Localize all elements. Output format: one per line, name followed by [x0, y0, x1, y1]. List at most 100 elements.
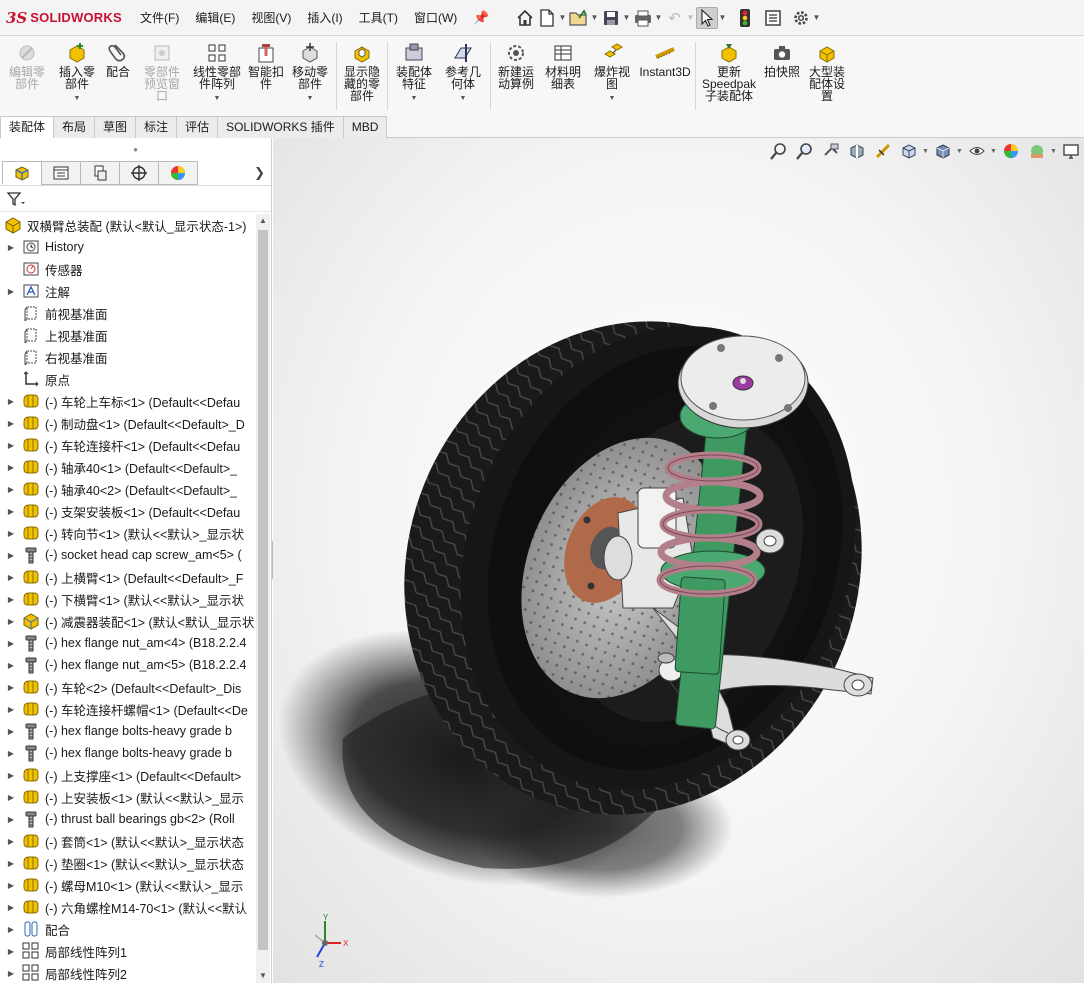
chevron-down-icon[interactable]: ▼ — [590, 13, 600, 22]
edit-component-button[interactable]: 编辑零 部件 — [0, 36, 54, 116]
tree-item[interactable]: ▶ (-) 轴承40<1> (Default<<Default>_ — [0, 456, 256, 478]
tree-item[interactable]: ▶ 注解 — [0, 280, 256, 302]
file-properties-icon[interactable] — [762, 7, 784, 29]
tab-addins[interactable]: SOLIDWORKS 插件 — [217, 116, 344, 138]
chevron-down-icon[interactable]: ▼ — [74, 93, 81, 105]
chevron-down-icon[interactable]: ▼ — [622, 13, 632, 22]
chevron-down-icon[interactable]: ▼ — [718, 13, 728, 22]
expand-arrow-icon[interactable]: ▶ — [0, 749, 22, 758]
open-icon[interactable] — [568, 7, 590, 29]
tree-item[interactable]: ▶ 配合 — [0, 918, 256, 940]
chevron-down-icon[interactable]: ▼ — [558, 13, 568, 22]
expand-arrow-icon[interactable]: ▶ — [0, 529, 22, 538]
chevron-down-icon[interactable]: ▼ — [214, 93, 221, 105]
solidworks-logo[interactable]: 3S SOLIDWORKS — [0, 9, 140, 27]
rebuild-traffic-light-icon[interactable] — [734, 7, 756, 29]
tab-sketch[interactable]: 草图 — [94, 116, 137, 138]
tree-item[interactable]: ▶ (-) 上支撑座<1> (Default<<Default> — [0, 764, 256, 786]
chevron-down-icon[interactable]: ▼ — [686, 13, 696, 22]
exploded-view-button[interactable]: 爆炸视 图 ▼ — [587, 36, 637, 116]
tree-item[interactable]: 原点 — [0, 368, 256, 390]
tab-mbd[interactable]: MBD — [342, 116, 388, 138]
tree-item[interactable]: ▶ (-) 套筒<1> (默认<<默认>_显示状态 — [0, 830, 256, 852]
panel-grip-handle[interactable]: ● — [0, 138, 271, 160]
tree-item[interactable]: 前视基准面 — [0, 302, 256, 324]
expand-arrow-icon[interactable]: ▶ — [0, 485, 22, 494]
tree-item[interactable]: ▶ (-) 车轮连接杆螺帽<1> (Default<<De — [0, 698, 256, 720]
suspension-assembly-model[interactable]: Y X Z — [273, 138, 1084, 983]
scroll-up-icon[interactable]: ▲ — [256, 214, 270, 228]
move-component-button[interactable]: 移动零 部件 ▼ — [286, 36, 334, 116]
expand-arrow-icon[interactable]: ▶ — [0, 441, 22, 450]
mate-button[interactable]: 配合 — [100, 36, 136, 116]
dimxpert-tab-icon[interactable] — [119, 160, 159, 185]
expand-arrow-icon[interactable]: ▶ — [0, 463, 22, 472]
smart-fastener-button[interactable]: 智能扣 件 — [246, 36, 286, 116]
chevron-down-icon[interactable]: ▼ — [460, 93, 467, 105]
display-manager-tab-icon[interactable] — [158, 160, 198, 185]
new-document-icon[interactable] — [536, 7, 558, 29]
expand-arrow-icon[interactable]: ▶ — [0, 947, 22, 956]
snapshot-button[interactable]: 拍快照 — [760, 36, 804, 116]
tree-item[interactable]: ▶ (-) socket head cap screw_am<5> ( — [0, 544, 256, 566]
tree-item[interactable]: ▶ (-) hex flange nut_am<5> (B18.2.2.4 — [0, 654, 256, 676]
tree-item[interactable]: ▶ (-) 转向节<1> (默认<<默认>_显示状 — [0, 522, 256, 544]
chevron-right-icon[interactable]: ❯ — [254, 165, 265, 181]
tree-item[interactable]: ▶ (-) hex flange nut_am<4> (B18.2.2.4 — [0, 632, 256, 654]
expand-arrow-icon[interactable]: ▶ — [0, 771, 22, 780]
graphics-area[interactable]: ▼ ▼ ▼ ▼ Y X Z — [273, 138, 1084, 983]
tree-item[interactable]: ▶ (-) 上横臂<1> (Default<<Default>_F — [0, 566, 256, 588]
tree-item[interactable]: ▶ 局部线性阵列2 — [0, 962, 256, 983]
linear-pattern-button[interactable]: 线性零部 件阵列 ▼ — [188, 36, 246, 116]
expand-arrow-icon[interactable]: ▶ — [0, 815, 22, 824]
bill-of-materials-button[interactable]: 材料明 细表 — [539, 36, 587, 116]
insert-component-button[interactable]: 插入零 部件 ▼ — [54, 36, 100, 116]
menu-window[interactable]: 窗口(W) — [414, 9, 457, 26]
expand-arrow-icon[interactable]: ▶ — [0, 287, 22, 296]
expand-arrow-icon[interactable]: ▶ — [0, 683, 22, 692]
select-pointer-icon[interactable] — [695, 6, 718, 29]
print-icon[interactable] — [632, 7, 654, 29]
expand-arrow-icon[interactable]: ▶ — [0, 837, 22, 846]
expand-arrow-icon[interactable]: ▶ — [0, 925, 22, 934]
expand-arrow-icon[interactable]: ▶ — [0, 859, 22, 868]
tree-item[interactable]: ▶ (-) 轴承40<2> (Default<<Default>_ — [0, 478, 256, 500]
expand-arrow-icon[interactable]: ▶ — [0, 595, 22, 604]
expand-arrow-icon[interactable]: ▶ — [0, 617, 22, 626]
instant3d-button[interactable]: Instant3D — [637, 36, 693, 116]
configurationmanager-tab-icon[interactable] — [80, 160, 120, 185]
chevron-down-icon[interactable]: ▼ — [654, 13, 664, 22]
tree-item[interactable]: 上视基准面 — [0, 324, 256, 346]
tab-assembly[interactable]: 装配体 — [0, 116, 55, 138]
tree-item[interactable]: ▶ (-) 上安装板<1> (默认<<默认>_显示 — [0, 786, 256, 808]
component-preview-button[interactable]: 零部件 预览窗 口 — [136, 36, 188, 116]
upper-mount-plate[interactable] — [677, 335, 809, 429]
tree-item[interactable]: 右视基准面 — [0, 346, 256, 368]
expand-arrow-icon[interactable]: ▶ — [0, 397, 22, 406]
home-icon[interactable] — [514, 7, 536, 29]
scroll-down-icon[interactable]: ▼ — [256, 969, 270, 983]
pin-icon[interactable]: 📌 — [473, 10, 489, 26]
tree-item[interactable]: 传感器 — [0, 258, 256, 280]
expand-arrow-icon[interactable]: ▶ — [0, 881, 22, 890]
tree-root-assembly[interactable]: 双横臂总装配 (默认<默认_显示状态-1>) — [0, 214, 256, 236]
expand-arrow-icon[interactable]: ▶ — [0, 705, 22, 714]
tree-item[interactable]: ▶ History — [0, 236, 256, 258]
expand-arrow-icon[interactable]: ▶ — [0, 573, 22, 582]
new-motion-study-button[interactable]: 新建运 动算例 — [493, 36, 539, 116]
tree-item[interactable]: ▶ (-) 螺母M10<1> (默认<<默认>_显示 — [0, 874, 256, 896]
tree-item[interactable]: ▶ (-) 车轮<2> (Default<<Default>_Dis — [0, 676, 256, 698]
tree-item[interactable]: ▶ (-) hex flange bolts-heavy grade b — [0, 742, 256, 764]
upper-arm-bushing[interactable] — [755, 528, 785, 554]
menu-edit[interactable]: 编辑(E) — [195, 9, 235, 26]
reference-geometry-button[interactable]: 参考几 何体 ▼ — [438, 36, 488, 116]
expand-arrow-icon[interactable]: ▶ — [0, 793, 22, 802]
menu-tools[interactable]: 工具(T) — [359, 9, 398, 26]
tab-evaluate[interactable]: 评估 — [176, 116, 219, 138]
update-speedpak-button[interactable]: 更新 Speedpak 子装配体 — [698, 36, 760, 116]
show-hidden-components-button[interactable]: 显示隐 藏的零 部件 — [339, 36, 385, 116]
assembly-feature-button[interactable]: 装配体 特征 ▼ — [390, 36, 438, 116]
tree-item[interactable]: ▶ (-) 减震器装配<1> (默认<默认_显示状 — [0, 610, 256, 632]
chevron-down-icon[interactable]: ▼ — [609, 93, 616, 105]
tree-item[interactable]: ▶ (-) 六角螺栓M14-70<1> (默认<<默认 — [0, 896, 256, 918]
